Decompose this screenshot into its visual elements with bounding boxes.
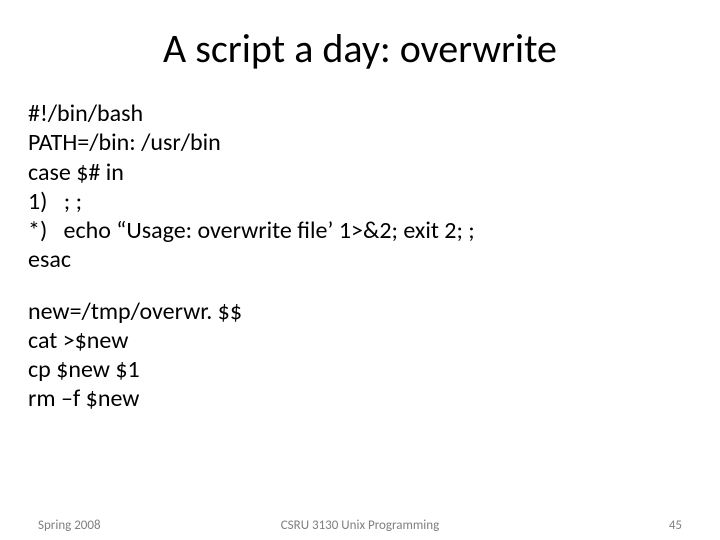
slide: A script a day: overwrite #!/bin/bash PA…: [0, 0, 720, 540]
code-line: cat >$new: [28, 326, 692, 355]
code-line: new=/tmp/overwr. $$: [28, 297, 692, 326]
code-line: #!/bin/bash: [28, 99, 692, 128]
footer-center: CSRU 3130 Unix Programming: [0, 518, 720, 533]
slide-body: #!/bin/bash PATH=/bin: /usr/bin case $# …: [0, 81, 720, 414]
code-line: 1) ; ;: [28, 187, 692, 216]
code-line: case $# in: [28, 158, 692, 187]
slide-title: A script a day: overwrite: [0, 0, 720, 81]
code-block-1: #!/bin/bash PATH=/bin: /usr/bin case $# …: [28, 99, 692, 275]
code-block-2: new=/tmp/overwr. $$ cat >$new cp $new $1…: [28, 297, 692, 414]
code-line: cp $new $1: [28, 355, 692, 384]
code-line: rm –f $new: [28, 384, 692, 413]
code-line: PATH=/bin: /usr/bin: [28, 128, 692, 157]
code-line: *) echo “Usage: overwrite file’ 1>&2; ex…: [28, 216, 692, 245]
code-line: esac: [28, 245, 692, 274]
footer-page-number: 45: [669, 518, 682, 533]
